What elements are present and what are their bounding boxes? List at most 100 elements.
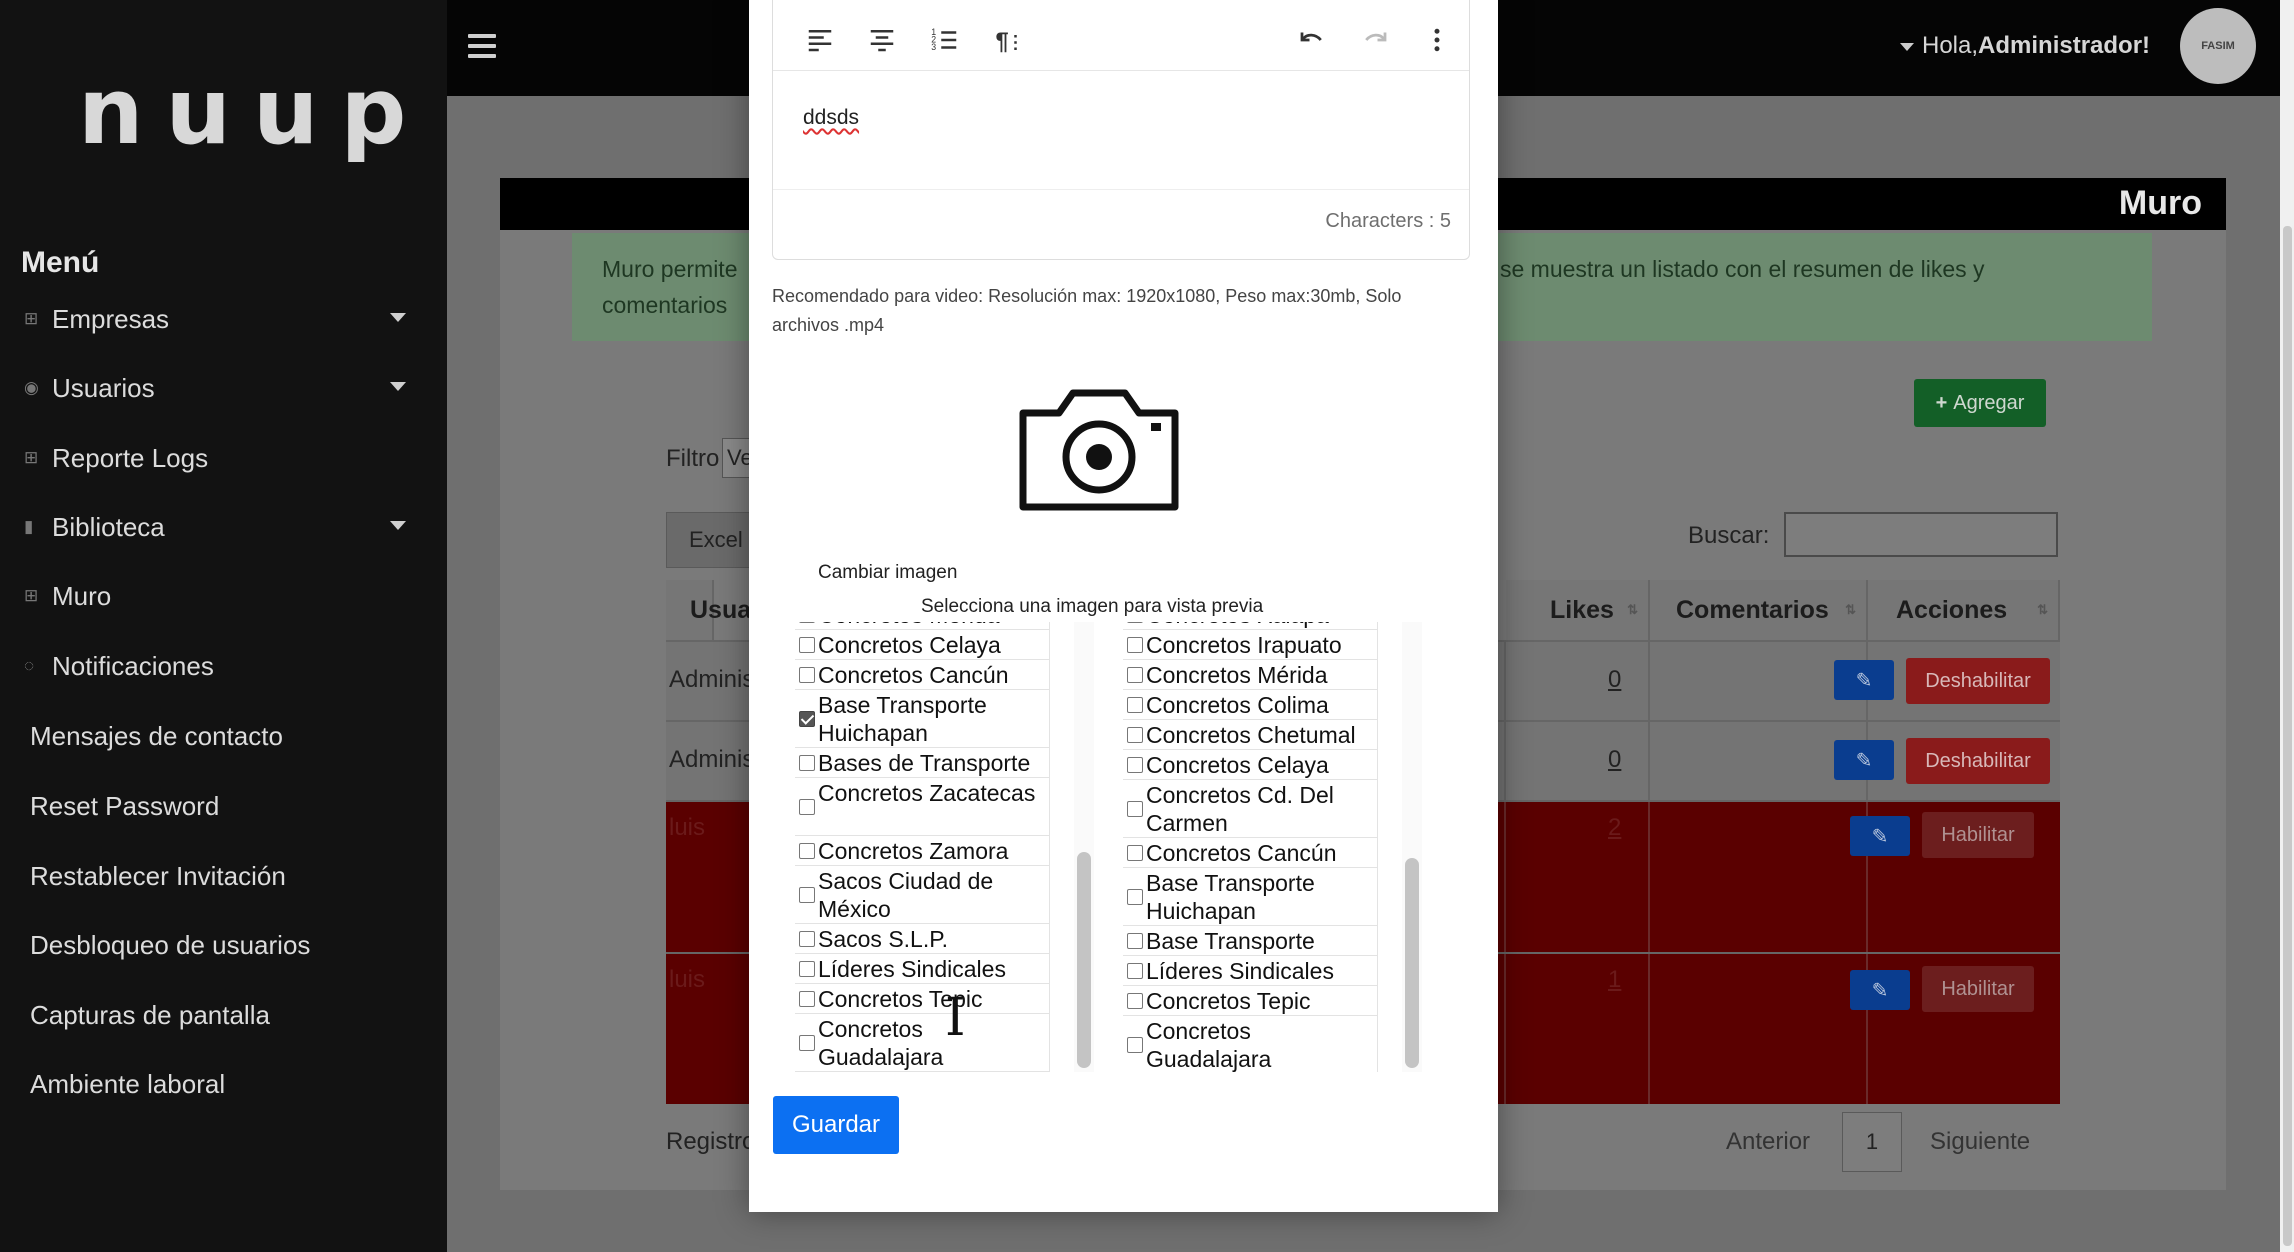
checkbox[interactable] [1127, 845, 1143, 861]
col-acciones[interactable]: Acciones ⇅ [1868, 580, 2060, 640]
comments-link[interactable]: 1 [1608, 966, 1621, 994]
save-button[interactable]: Guardar [773, 1096, 899, 1154]
caret-down-icon[interactable] [390, 313, 406, 322]
company-checkbox-item[interactable]: Concretos Zacatecas [795, 778, 1050, 836]
sidebar-item[interactable]: ⊞ Empresas [24, 293, 424, 345]
checkbox[interactable] [799, 991, 815, 1007]
checkbox[interactable] [799, 887, 815, 903]
checkbox[interactable] [1127, 697, 1143, 713]
company-checkbox-item[interactable]: Concretos Mérida [795, 622, 1050, 630]
scrollbar-thumb[interactable] [1077, 852, 1091, 1068]
checkbox[interactable] [1127, 622, 1143, 623]
company-checkbox-item[interactable]: Concretos Tepic [795, 984, 1050, 1014]
company-checkbox-item[interactable]: Concretos Celaya [795, 630, 1050, 660]
company-checkbox-item[interactable]: Concretos Cancún [795, 660, 1050, 690]
company-checkbox-item[interactable]: Sacos Ciudad de México [795, 866, 1050, 924]
checkbox[interactable] [799, 931, 815, 947]
company-checkbox-item[interactable]: Base Transporte [1123, 926, 1378, 956]
checkbox[interactable] [1127, 727, 1143, 743]
checkbox[interactable] [799, 799, 815, 815]
checkbox[interactable] [799, 843, 815, 859]
company-checkbox-item[interactable]: Concretos Zamora [795, 836, 1050, 866]
col-likes[interactable]: Likes ⇅ [1506, 580, 1650, 640]
user-greeting[interactable]: Hola,Administrador! [1900, 32, 2150, 60]
sidebar-item[interactable]: Restablecer Invitación [30, 850, 430, 902]
checkbox[interactable] [1127, 963, 1143, 979]
list-left-scrollbar[interactable] [1074, 622, 1094, 1072]
company-checkbox-item[interactable]: Concretos Irapuato [1123, 630, 1378, 660]
checkbox[interactable] [799, 637, 815, 653]
pagination-prev[interactable]: Anterior [1726, 1128, 1810, 1156]
col-usuario[interactable]: Usua [666, 580, 751, 640]
company-checkbox-item[interactable]: Base Transporte Huichapan [795, 690, 1050, 748]
edit-icon[interactable]: ✎ [1850, 970, 1910, 1010]
checkbox[interactable] [1127, 637, 1143, 653]
rich-text-editor[interactable]: 123 ¶ ddsds Characters : 5 [772, 0, 1470, 260]
checkbox[interactable] [1127, 1037, 1143, 1053]
sidebar-item[interactable]: ◌ Notificaciones [24, 640, 424, 692]
company-checkbox-item[interactable]: Concretos Celaya [1123, 750, 1378, 780]
align-left-icon[interactable] [803, 23, 837, 57]
checkbox[interactable] [1127, 757, 1143, 773]
paragraph-icon[interactable]: ¶ [991, 23, 1025, 57]
company-list-right[interactable]: Concretos Xalapa Concretos Irapuato Concre… [1123, 622, 1378, 1072]
sidebar-item[interactable]: Reset Password [30, 780, 430, 832]
checkbox[interactable] [1127, 933, 1143, 949]
sidebar-item[interactable]: ⊞ Muro [24, 570, 424, 622]
comments-link[interactable]: 2 [1608, 814, 1621, 842]
enable-button[interactable]: Habilitar [1922, 812, 2034, 858]
company-checkbox-item[interactable]: Base Transporte Huichapan [1123, 868, 1378, 926]
checkbox[interactable] [799, 755, 815, 771]
change-image-label[interactable]: Cambiar imagen [818, 562, 957, 584]
undo-icon[interactable] [1295, 23, 1329, 57]
checkbox[interactable] [1127, 993, 1143, 1009]
company-checkbox-item[interactable]: Concretos Mérida [1123, 660, 1378, 690]
company-checkbox-item[interactable]: Concretos Chetumal [1123, 720, 1378, 750]
sidebar-item[interactable]: Ambiente laboral [30, 1058, 430, 1110]
sidebar-item[interactable]: Mensajes de contacto [30, 710, 430, 762]
add-button[interactable]: + Agregar [1914, 379, 2046, 427]
list-right-scrollbar[interactable] [1402, 622, 1422, 1072]
caret-down-icon[interactable] [390, 382, 406, 391]
sidebar-item[interactable]: Desbloqueo de usuarios [30, 919, 430, 971]
caret-down-icon[interactable] [390, 521, 406, 530]
company-checkbox-item[interactable]: Concretos Tepic [1123, 986, 1378, 1016]
sidebar-item[interactable]: ▮ Biblioteca [24, 501, 424, 553]
checkbox-checked[interactable] [799, 711, 815, 727]
company-checkbox-item[interactable]: Sacos S.L.P. [795, 924, 1050, 954]
edit-icon[interactable]: ✎ [1850, 816, 1910, 856]
disable-button[interactable]: Deshabilitar [1906, 738, 2050, 784]
checkbox[interactable] [799, 961, 815, 977]
ordered-list-icon[interactable]: 123 [928, 23, 962, 57]
sidebar-item[interactable]: ◉ Usuarios [24, 362, 424, 414]
more-options-icon[interactable] [1420, 23, 1454, 57]
filter-select[interactable]: Ve [722, 438, 752, 478]
comments-link[interactable]: 0 [1608, 746, 1621, 774]
avatar[interactable]: FASIM [2180, 8, 2256, 84]
company-list-left[interactable]: Concretos Mérida Concretos Celaya Concreto… [795, 622, 1050, 1072]
company-checkbox-item[interactable]: Concretos Cd. Del Carmen [1123, 780, 1378, 838]
checkbox[interactable] [799, 622, 815, 623]
checkbox[interactable] [799, 667, 815, 683]
edit-icon[interactable]: ✎ [1834, 660, 1894, 700]
company-checkbox-item[interactable]: Concretos Cancún [1123, 838, 1378, 868]
pagination-next[interactable]: Siguiente [1930, 1128, 2030, 1156]
scrollbar-thumb[interactable] [1405, 858, 1419, 1068]
camera-icon[interactable] [1015, 385, 1183, 515]
hamburger-menu-icon[interactable] [468, 34, 496, 58]
company-checkbox-item[interactable]: Bases de Transporte [795, 748, 1050, 778]
sidebar-item[interactable]: Capturas de pantalla [30, 989, 430, 1041]
comments-link[interactable]: 0 [1608, 666, 1621, 694]
pagination-page[interactable]: 1 [1842, 1112, 1902, 1172]
company-checkbox-item[interactable]: Líderes Sindicales [1123, 956, 1378, 986]
company-checkbox-item[interactable]: Concretos Xalapa [1123, 622, 1378, 630]
edit-icon[interactable]: ✎ [1834, 740, 1894, 780]
checkbox[interactable] [1127, 889, 1143, 905]
align-center-icon[interactable] [865, 23, 899, 57]
col-comentarios[interactable]: Comentarios ⇅ [1650, 580, 1868, 640]
sidebar-item[interactable]: ⊞ Reporte Logs [24, 432, 424, 484]
disable-button[interactable]: Deshabilitar [1906, 658, 2050, 704]
company-checkbox-item[interactable]: Concretos Guadalajara [1123, 1016, 1378, 1072]
enable-button[interactable]: Habilitar [1922, 966, 2034, 1012]
excel-button[interactable]: Excel [666, 512, 756, 568]
